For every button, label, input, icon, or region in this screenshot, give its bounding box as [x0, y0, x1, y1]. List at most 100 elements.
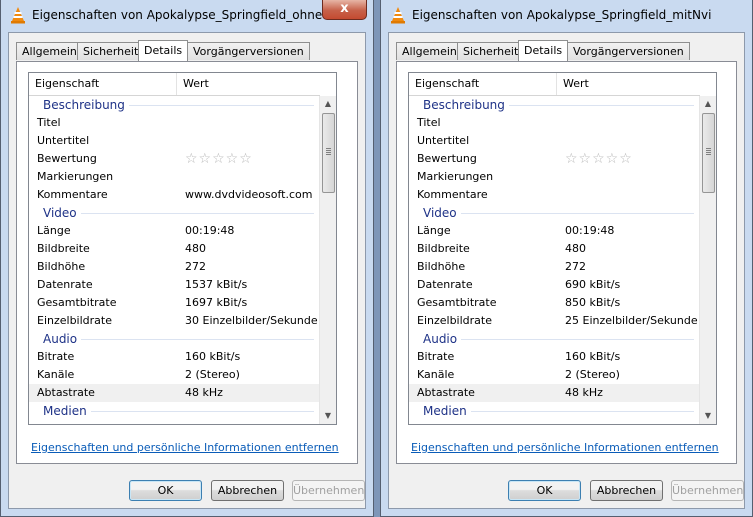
table-row[interactable]: Gesamtbitrate 1697 kBit/s: [29, 294, 320, 312]
details-panel: Eigenschaft Wert Beschreibung Titel Unte…: [396, 61, 737, 464]
table-row[interactable]: Markierungen: [409, 168, 700, 186]
details-panel: Eigenschaft Wert Beschreibung Titel Unte…: [16, 61, 358, 464]
table-row[interactable]: Bewertung ☆☆☆☆☆: [29, 150, 320, 168]
group-label: Audio: [423, 330, 462, 348]
apply-button[interactable]: Übernehmen: [292, 480, 365, 501]
table-row[interactable]: Einzelbildrate 25 Einzelbilder/Sekunde: [409, 312, 700, 330]
table-row[interactable]: Kanäle 2 (Stereo): [409, 366, 700, 384]
vertical-scrollbar[interactable]: ▲ ▼: [319, 96, 336, 424]
group-label: Video: [43, 204, 81, 222]
table-row[interactable]: Kommentare www.dvdvideosoft.com: [29, 186, 320, 204]
table-row[interactable]: Abtastrate 48 kHz: [409, 384, 700, 402]
ok-button[interactable]: OK: [508, 480, 581, 501]
ok-button[interactable]: OK: [129, 480, 202, 501]
row-value: 272: [565, 260, 586, 273]
tab-sicherheit[interactable]: Sicherheit: [77, 42, 145, 60]
cancel-button[interactable]: Abbrechen: [590, 480, 663, 501]
column-header-property[interactable]: Eigenschaft: [409, 73, 557, 95]
rating-stars-icon[interactable]: ☆☆☆☆☆: [565, 150, 633, 168]
title-bar[interactable]: Eigenschaften von Apokalypse_Springfield…: [1, 0, 373, 32]
dialog-client: Allgemein Sicherheit Details Vorgängerve…: [8, 32, 366, 509]
row-key: Titel: [417, 116, 441, 129]
row-key: Bildhöhe: [417, 260, 466, 273]
table-row[interactable]: Bildbreite 480: [29, 240, 320, 258]
table-row[interactable]: Titel: [409, 114, 700, 132]
row-key: Gesamtbitrate: [417, 296, 497, 309]
scroll-down-icon[interactable]: ▼: [700, 408, 716, 424]
row-key: Markierungen: [417, 170, 494, 183]
scroll-up-icon[interactable]: ▲: [320, 96, 336, 112]
column-header-value[interactable]: Wert: [177, 73, 317, 95]
remove-properties-link[interactable]: Eigenschaften und persönliche Informatio…: [31, 441, 339, 454]
table-row[interactable]: Bitrate 160 kBit/s: [29, 348, 320, 366]
row-key: Kanäle: [37, 368, 75, 381]
table-row[interactable]: Datenrate 690 kBit/s: [409, 276, 700, 294]
table-row[interactable]: Datenrate 1537 kBit/s: [29, 276, 320, 294]
list-rows: Beschreibung Titel Untertitel Bewertung ☆…: [409, 96, 700, 424]
row-key: Markierungen: [37, 170, 114, 183]
tab-allgemein[interactable]: Allgemein: [396, 42, 463, 60]
apply-button[interactable]: Übernehmen: [671, 480, 744, 501]
row-value: 48 kHz: [565, 386, 603, 399]
row-key: Länge: [417, 224, 451, 237]
table-row[interactable]: Bewertung ☆☆☆☆☆: [409, 150, 700, 168]
list-header: Eigenschaft Wert: [409, 73, 700, 96]
scroll-up-icon[interactable]: ▲: [700, 96, 716, 112]
column-header-value[interactable]: Wert: [557, 73, 697, 95]
scroll-thumb[interactable]: [702, 113, 715, 193]
table-row[interactable]: Bildhöhe 272: [29, 258, 320, 276]
row-value: 272: [185, 260, 206, 273]
table-row[interactable]: Untertitel: [409, 132, 700, 150]
property-list: Eigenschaft Wert Beschreibung Titel Unte…: [28, 72, 337, 425]
vertical-scrollbar[interactable]: ▲ ▼: [699, 96, 716, 424]
group-label: Beschreibung: [423, 96, 509, 114]
group-medien: Medien: [409, 402, 700, 420]
tab-vorgaengerversionen[interactable]: Vorgängerversionen: [567, 42, 690, 60]
table-row[interactable]: Kanäle 2 (Stereo): [29, 366, 320, 384]
tab-sicherheit[interactable]: Sicherheit: [457, 42, 525, 60]
column-header-property[interactable]: Eigenschaft: [29, 73, 177, 95]
cancel-button[interactable]: Abbrechen: [211, 480, 284, 501]
table-row[interactable]: Bildbreite 480: [409, 240, 700, 258]
row-key: Abtastrate: [37, 386, 95, 399]
table-row[interactable]: Länge 00:19:48: [409, 222, 700, 240]
tab-allgemein[interactable]: Allgemein: [16, 42, 83, 60]
row-key: Untertitel: [417, 134, 470, 147]
row-key: Einzelbildrate: [417, 314, 492, 327]
row-key: Einzelbildrate: [37, 314, 112, 327]
list-rows: Beschreibung Titel Untertitel Bewertung ☆…: [29, 96, 320, 424]
properties-dialog-left: Eigenschaften von Apokalypse_Springfield…: [0, 0, 374, 517]
table-row[interactable]: Bitrate 160 kBit/s: [409, 348, 700, 366]
group-video: Video: [29, 204, 320, 222]
table-row[interactable]: Titel: [29, 114, 320, 132]
row-key: Datenrate: [37, 278, 93, 291]
scroll-down-icon[interactable]: ▼: [320, 408, 336, 424]
row-key: Bewertung: [37, 152, 97, 165]
remove-properties-link[interactable]: Eigenschaften und persönliche Informatio…: [411, 441, 719, 454]
row-key: Datenrate: [417, 278, 473, 291]
scroll-thumb[interactable]: [322, 113, 335, 193]
table-row[interactable]: Kommentare: [409, 186, 700, 204]
row-key: Kommentare: [417, 188, 488, 201]
title-bar[interactable]: Eigenschaften von Apokalypse_Springfield…: [381, 0, 752, 32]
group-label: Audio: [43, 330, 82, 348]
group-medien: Medien: [29, 402, 320, 420]
close-button[interactable]: x: [322, 0, 367, 20]
row-key: Bitrate: [417, 350, 455, 363]
table-row[interactable]: Untertitel: [29, 132, 320, 150]
table-row[interactable]: Länge 00:19:48: [29, 222, 320, 240]
table-row[interactable]: Gesamtbitrate 850 kBit/s: [409, 294, 700, 312]
tab-details[interactable]: Details: [138, 40, 189, 61]
row-value: 480: [185, 242, 206, 255]
row-key: Bildhöhe: [37, 260, 86, 273]
rating-stars-icon[interactable]: ☆☆☆☆☆: [185, 150, 253, 168]
table-row[interactable]: Bildhöhe 272: [409, 258, 700, 276]
table-row[interactable]: Abtastrate 48 kHz: [29, 384, 320, 402]
row-value: 00:19:48: [185, 224, 235, 237]
tab-vorgaengerversionen[interactable]: Vorgängerversionen: [187, 42, 310, 60]
row-value: 160 kBit/s: [185, 350, 241, 363]
tab-details[interactable]: Details: [518, 40, 569, 61]
table-row[interactable]: Einzelbildrate 30 Einzelbilder/Sekunde: [29, 312, 320, 330]
table-row[interactable]: Markierungen: [29, 168, 320, 186]
row-key: Bewertung: [417, 152, 477, 165]
